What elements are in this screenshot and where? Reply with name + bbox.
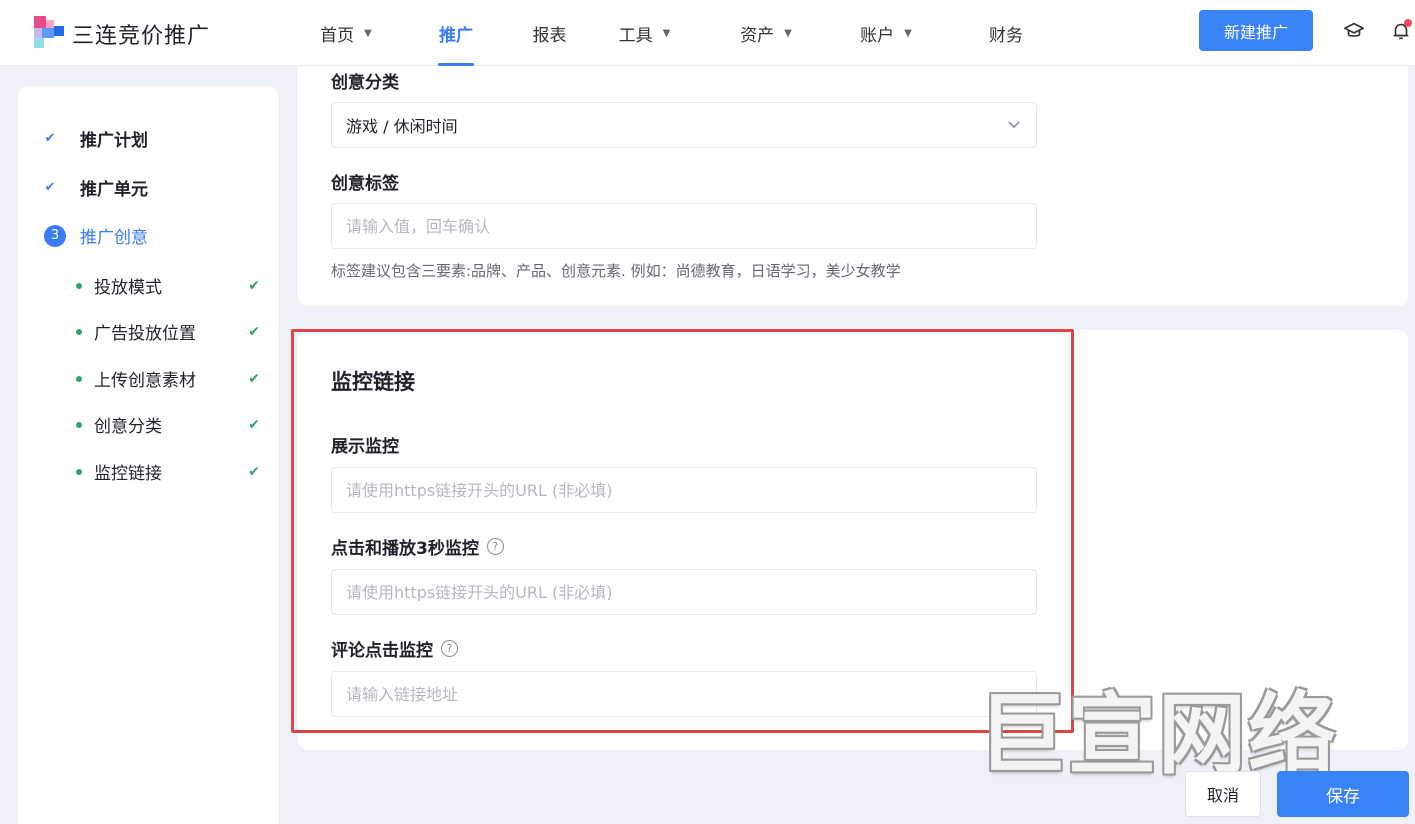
caret-down-icon: ▼	[784, 27, 792, 39]
substep-label: 上传创意素材	[94, 371, 196, 391]
nav-promotion[interactable]: 推广	[396, 0, 516, 66]
help-circle-icon[interactable]: ?	[441, 640, 458, 657]
substep-monitor-links[interactable]: 监控链接 ✔	[76, 459, 262, 484]
step-label: 推广创意	[80, 228, 148, 248]
comment-monitor-input[interactable]	[331, 671, 1037, 717]
chevron-down-icon	[1008, 121, 1020, 129]
substep-label: 创意分类	[94, 417, 162, 437]
check-icon: ✔	[248, 416, 260, 433]
nav-reports[interactable]: 报表	[516, 0, 583, 66]
caret-down-icon: ▼	[364, 27, 372, 39]
check-icon: ✔	[248, 323, 260, 340]
caret-down-icon: ▼	[904, 27, 912, 39]
step-unit[interactable]: ✔ 推广单元	[42, 175, 148, 200]
notification-badge	[1404, 19, 1412, 27]
substep-upload-material[interactable]: 上传创意素材 ✔	[76, 366, 262, 391]
check-icon: ✔	[44, 180, 56, 195]
display-monitor-input[interactable]	[331, 467, 1037, 513]
substep-label: 广告投放位置	[94, 324, 196, 344]
logo-icon	[34, 16, 74, 50]
category-label: 创意分类	[331, 73, 399, 93]
nav-tools[interactable]: 工具 ▼	[583, 0, 706, 66]
substep-creative-category[interactable]: 创意分类 ✔	[76, 412, 262, 437]
bullet-dot	[76, 282, 82, 289]
nav-reports-label: 报表	[532, 25, 567, 46]
nav-tools-label: 工具	[618, 25, 653, 46]
main-nav: 首页 ▼ 推广 报表 工具 ▼ 资产 ▼ 账户 ▼ 财务	[296, 0, 1066, 66]
nav-promotion-label: 推广	[439, 25, 473, 46]
check-icon: ✔	[248, 277, 260, 294]
category-select[interactable]: 游戏 / 休闲时间	[331, 102, 1037, 148]
top-bar: 三连竞价推广 首页 ▼ 推广 报表 工具 ▼ 资产 ▼ 账户 ▼ 财务 新建推广	[0, 0, 1415, 66]
click-monitor-label-text: 点击和播放3秒监控	[331, 539, 479, 559]
check-icon: ✔	[248, 463, 260, 480]
nav-finance[interactable]: 财务	[946, 0, 1066, 66]
display-monitor-label-text: 展示监控	[331, 437, 399, 457]
comment-monitor-label: 评论点击监控 ?	[331, 636, 458, 661]
step-label: 推广计划	[80, 131, 148, 151]
nav-finance-label: 财务	[989, 25, 1023, 46]
comment-monitor-label-text: 评论点击监控	[331, 641, 433, 661]
nav-assets-label: 资产	[740, 25, 775, 46]
tags-hint: 标签建议包含三要素:品牌、产品、创意元素. 例如：尚德教育，日语学习，美少女教学	[331, 262, 901, 280]
substep-ad-placement[interactable]: 广告投放位置 ✔	[76, 319, 262, 344]
nav-account[interactable]: 账户 ▼	[826, 0, 946, 66]
nav-home-label: 首页	[320, 25, 355, 46]
bullet-dot	[76, 468, 82, 475]
help-circle-icon[interactable]: ?	[486, 538, 504, 555]
check-icon: ✔	[44, 131, 56, 146]
substep-label: 监控链接	[94, 464, 162, 484]
creative-info-card: 创意分类 游戏 / 休闲时间 创意标签 标签建议包含三要素:品牌、产品、创意元素…	[298, 66, 1408, 306]
substep-delivery-mode[interactable]: 投放模式 ✔	[76, 273, 262, 298]
graduation-cap-icon[interactable]	[1343, 20, 1365, 42]
step-sidebar: ✔ 推广计划 ✔ 推广单元 3 推广创意 投放模式 ✔ 广告投放位置 ✔ 上传创…	[18, 86, 278, 824]
save-button[interactable]: 保存	[1277, 771, 1409, 817]
cancel-button[interactable]: 取消	[1185, 771, 1261, 817]
step-number-badge: 3	[44, 224, 66, 247]
tags-label: 创意标签	[331, 174, 399, 194]
nav-assets[interactable]: 资产 ▼	[706, 0, 826, 66]
new-promotion-button[interactable]: 新建推广	[1199, 10, 1313, 51]
nav-account-label: 账户	[860, 25, 895, 46]
substep-label: 投放模式	[94, 278, 162, 298]
nav-home[interactable]: 首页 ▼	[296, 0, 396, 66]
tags-input[interactable]	[331, 203, 1037, 249]
caret-down-icon: ▼	[662, 27, 671, 39]
category-value: 游戏 / 休闲时间	[346, 117, 458, 136]
bullet-dot	[76, 328, 82, 335]
monitor-section-title: 监控链接	[331, 370, 415, 394]
click-monitor-input[interactable]	[331, 569, 1037, 615]
bullet-dot	[76, 375, 82, 382]
display-monitor-label: 展示监控	[331, 432, 399, 457]
check-icon: ✔	[248, 370, 260, 387]
brand-name: 三连竞价推广	[72, 24, 211, 49]
click-monitor-label: 点击和播放3秒监控 ?	[331, 534, 504, 559]
bullet-dot	[76, 421, 82, 428]
step-creative[interactable]: 3 推广创意	[42, 223, 148, 248]
step-label: 推广单元	[80, 180, 148, 200]
step-campaign[interactable]: ✔ 推广计划	[42, 126, 148, 151]
